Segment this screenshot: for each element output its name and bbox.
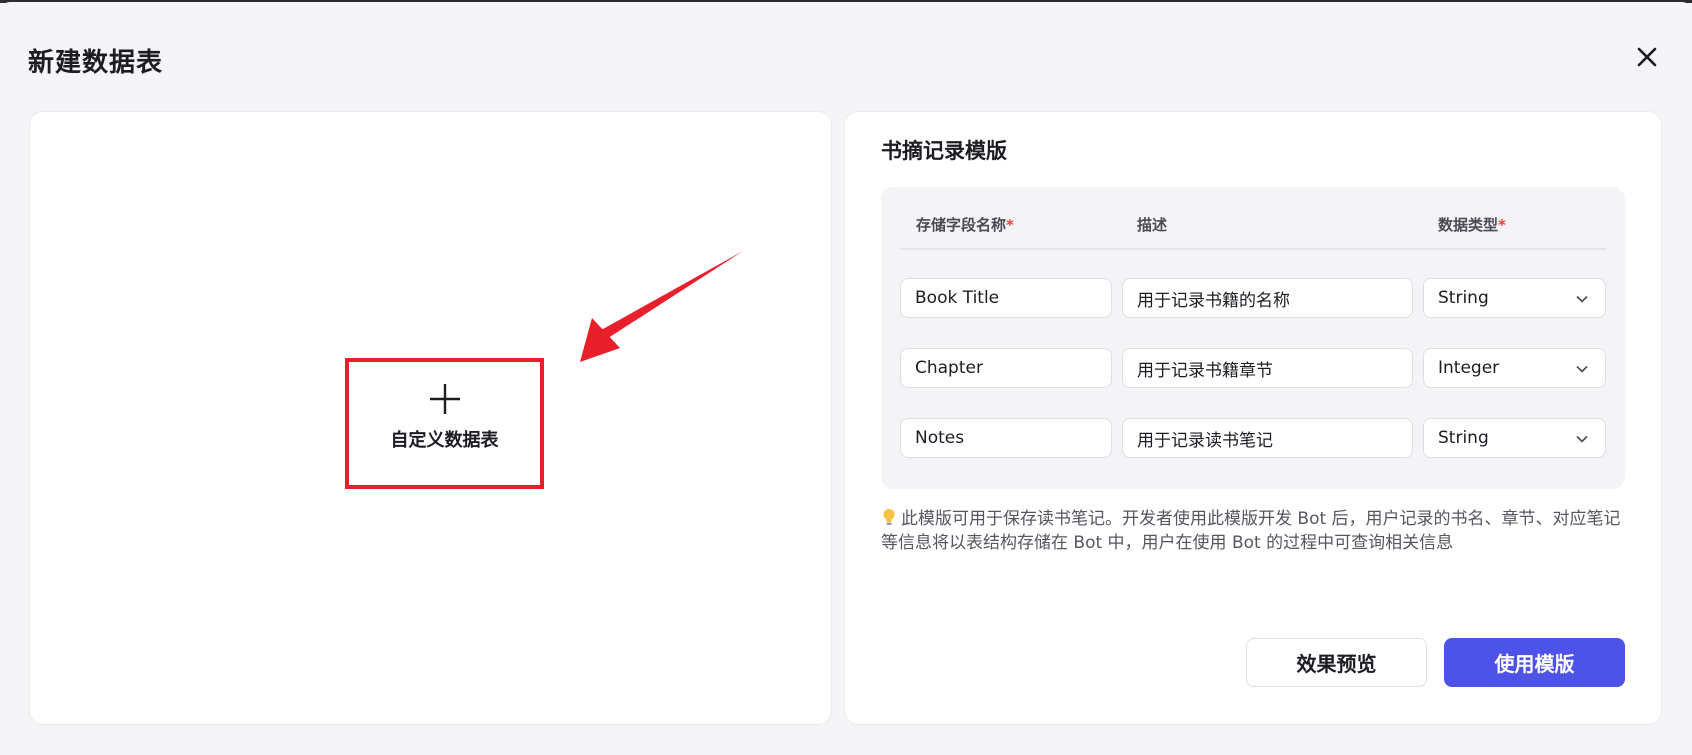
- field-name-input[interactable]: Book Title: [900, 278, 1112, 318]
- header-divider: [900, 248, 1606, 250]
- chevron-down-icon: [1576, 435, 1588, 443]
- field-type-select[interactable]: String: [1423, 418, 1606, 458]
- chevron-down-icon: [1576, 295, 1588, 303]
- close-icon: [1637, 47, 1657, 67]
- plus-icon: [429, 384, 460, 414]
- header-data-type: 数据类型*: [1438, 216, 1506, 234]
- preview-button[interactable]: 效果预览: [1246, 638, 1427, 687]
- custom-table-label: 自定义数据表: [390, 430, 499, 451]
- dialog-title: 新建数据表: [28, 48, 164, 78]
- close-button[interactable]: [1632, 42, 1662, 72]
- field-type-select[interactable]: String: [1423, 278, 1606, 318]
- template-note-text: 此模版可用于保存读书笔记。开发者使用此模版开发 Bot 后，用户记录的书名、章节…: [881, 509, 1621, 553]
- lightbulb-icon: [883, 509, 895, 525]
- field-type-value: String: [1438, 428, 1489, 448]
- field-description-input[interactable]: 用于记录书籍章节: [1122, 348, 1413, 388]
- header-description: 描述: [1137, 216, 1168, 234]
- custom-table-button[interactable]: 自定义数据表: [345, 358, 544, 489]
- template-fields-table: 存储字段名称* 描述 数据类型* Book Title 用于记录书籍的名称 St…: [881, 187, 1625, 489]
- template-title: 书摘记录模版: [881, 139, 1007, 163]
- field-name-input[interactable]: Notes: [900, 418, 1112, 458]
- field-description-input[interactable]: 用于记录读书笔记: [1122, 418, 1413, 458]
- template-description: 此模版可用于保存读书笔记。开发者使用此模版开发 Bot 后，用户记录的书名、章节…: [881, 507, 1631, 555]
- field-type-value: String: [1438, 288, 1489, 308]
- chevron-down-icon: [1576, 365, 1588, 373]
- use-template-button[interactable]: 使用模版: [1444, 638, 1625, 687]
- field-type-select[interactable]: Integer: [1423, 348, 1606, 388]
- field-type-value: Integer: [1438, 358, 1500, 378]
- field-name-input[interactable]: Chapter: [900, 348, 1112, 388]
- field-description-input[interactable]: 用于记录书籍的名称: [1122, 278, 1413, 318]
- header-field-name: 存储字段名称*: [916, 216, 1014, 234]
